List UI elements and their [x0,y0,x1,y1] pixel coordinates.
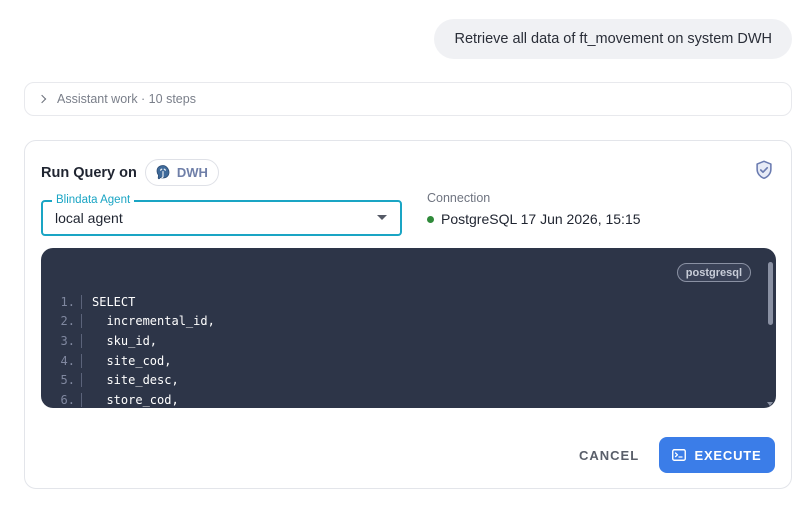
code-line: 2. incremental_id, [41,312,215,332]
connection-value: PostgreSQL 17 Jun 2026, 15:15 [441,211,641,227]
line-number: 4. [60,353,75,368]
card-title: Run Query on [41,164,137,181]
caret-down-icon [377,215,387,220]
connection-label: Connection [427,191,491,205]
code-lines: 1. SELECT 2. incremental_id, 3. sku_id, 4. s… [41,292,215,408]
code-line: 4. site_cod, [41,351,215,371]
user-message-bubble: Retrieve all data of ft_movement on syst… [434,19,792,59]
language-badge: postgresql [676,263,751,282]
agent-select-value: local agent [55,210,123,226]
code-scrollbar-thumb[interactable] [768,262,773,325]
terminal-icon [672,449,687,461]
code-text: site_cod, [92,353,172,368]
code-text: SELECT [92,294,136,309]
run-query-card: Run Query on DWH Blindata Agent local ag… [24,140,792,489]
connection-info: Connection PostgreSQL 17 Jun 2026, 15:15 [427,191,641,227]
agent-select-label: Blindata Agent [52,193,135,207]
code-line: 3. sku_id, [41,331,215,351]
blindata-agent-select[interactable]: Blindata Agent local agent [41,193,402,236]
cancel-button[interactable]: CANCEL [565,437,653,473]
scroll-down-arrow-icon[interactable] [767,402,773,406]
line-number: 6. [60,392,75,407]
code-text: incremental_id, [92,314,215,329]
code-line: 1. SELECT [41,292,215,312]
code-line: 5. site_desc, [41,370,215,390]
execute-button[interactable]: EXECUTE [659,437,775,473]
code-text: site_desc, [92,373,179,388]
user-message-text: Retrieve all data of ft_movement on syst… [454,31,772,47]
line-gutter-bar [81,373,82,388]
chevron-right-icon [37,94,47,104]
line-gutter-bar [81,392,82,407]
connection-status-dot [427,215,434,223]
code-text: sku_id, [92,333,158,348]
line-number: 1. [60,294,75,309]
line-number: 2. [60,314,75,329]
line-gutter-bar [81,294,82,309]
assistant-work-toggle[interactable]: Assistant work · 10 steps [24,82,792,116]
assistant-work-label: Assistant work · 10 steps [57,92,196,106]
sql-code-block[interactable]: postgresql 1. SELECT 2. incremental_id, 3. … [41,248,776,408]
system-chip-label: DWH [176,165,208,180]
postgresql-elephant-icon [156,164,170,179]
code-text: store_cod, [92,392,179,407]
system-chip: DWH [144,159,219,186]
execute-button-label: EXECUTE [694,447,762,463]
card-header: Run Query on DWH [41,159,219,186]
line-number: 3. [60,333,75,348]
line-gutter-bar [81,333,82,348]
shield-check-icon [756,160,772,180]
connection-value-row: PostgreSQL 17 Jun 2026, 15:15 [427,211,641,227]
line-gutter-bar [81,314,82,329]
code-line: 6. store_cod, [41,390,215,408]
line-number: 5. [60,373,75,388]
line-gutter-bar [81,353,82,368]
